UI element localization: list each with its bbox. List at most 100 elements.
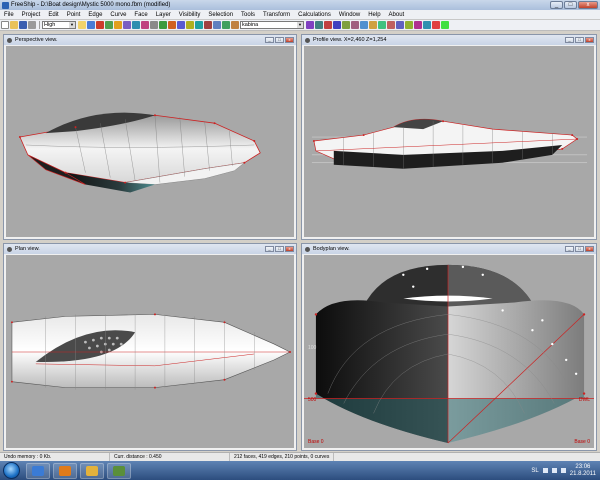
profile-view-window[interactable]: Profile view. X=2,460 Z=1,254 _ □ x xyxy=(301,34,597,240)
toolbar-tool-icon[interactable] xyxy=(414,21,422,29)
close-button[interactable]: x xyxy=(585,246,594,252)
save-icon[interactable] xyxy=(19,21,27,29)
menu-project[interactable]: Project xyxy=(18,12,45,18)
toolbar-tool-icon[interactable] xyxy=(186,21,194,29)
new-file-icon[interactable] xyxy=(1,21,9,29)
menu-edge[interactable]: Edge xyxy=(84,12,106,18)
toolbar-tool-icon[interactable] xyxy=(213,21,221,29)
profile-view-controls: _ □ x xyxy=(565,37,594,43)
taskbar-item-folder[interactable] xyxy=(80,462,104,479)
maximize-button[interactable]: □ xyxy=(575,37,584,43)
taskbar-item-explorer[interactable] xyxy=(26,462,50,479)
language-indicator[interactable]: SL xyxy=(531,468,538,474)
volume-icon[interactable] xyxy=(560,468,566,473)
bodyplan-view-titlebar[interactable]: Bodyplan view. _ □ x xyxy=(302,244,596,254)
menu-face[interactable]: Face xyxy=(130,12,151,18)
bodyplan-view-window[interactable]: Bodyplan view. _ □ x 500 DWL Base 0 Base… xyxy=(301,243,597,451)
plan-view-title: Plan view. xyxy=(15,246,40,252)
toolbar-tool-icon[interactable] xyxy=(324,21,332,29)
tray-flag-icon[interactable] xyxy=(542,468,548,473)
menu-point[interactable]: Point xyxy=(63,12,85,18)
toolbar-tool-icon[interactable] xyxy=(342,21,350,29)
toolbar-tool-icon[interactable] xyxy=(159,21,167,29)
plan-view-window[interactable]: Plan view. _ □ x xyxy=(3,243,297,451)
toolbar-tool-icon[interactable] xyxy=(150,21,158,29)
menu-curve[interactable]: Curve xyxy=(106,12,130,18)
toolbar-tool-icon[interactable] xyxy=(378,21,386,29)
plan-viewport[interactable] xyxy=(6,255,294,448)
menu-file[interactable]: File xyxy=(0,12,18,18)
menu-visibility[interactable]: Visibility xyxy=(175,12,205,18)
profile-view-titlebar[interactable]: Profile view. X=2,460 Z=1,254 _ □ x xyxy=(302,35,596,45)
toolbar-tool-icon[interactable] xyxy=(423,21,431,29)
open-folder-icon[interactable] xyxy=(10,21,18,29)
maximize-button[interactable]: □ xyxy=(575,246,584,252)
status-model-stats: 212 faces, 419 edges, 210 points, 0 curv… xyxy=(230,453,335,461)
toolbar-tool-icon[interactable] xyxy=(105,21,113,29)
toolbar-tool-icon[interactable] xyxy=(123,21,131,29)
menu-layer[interactable]: Layer xyxy=(152,12,175,18)
menu-selection[interactable]: Selection xyxy=(204,12,237,18)
perspective-view-window[interactable]: Perspective view. _ □ x xyxy=(3,34,297,240)
toolbar-tool-icon[interactable] xyxy=(441,21,449,29)
menu-help[interactable]: Help xyxy=(364,12,384,18)
precision-select[interactable]: High ▼ xyxy=(42,21,76,29)
network-icon[interactable] xyxy=(551,468,557,473)
toolbar-tool-icon[interactable] xyxy=(333,21,341,29)
taskbar-item-firefox[interactable] xyxy=(53,462,77,479)
close-button[interactable]: x xyxy=(578,1,598,9)
close-button[interactable]: x xyxy=(285,246,294,252)
toolbar-tool-icon[interactable] xyxy=(114,21,122,29)
toolbar-tool-icon[interactable] xyxy=(195,21,203,29)
profile-viewport[interactable] xyxy=(304,46,594,237)
maximize-button[interactable]: □ xyxy=(275,37,284,43)
toolbar-tool-icon[interactable] xyxy=(351,21,359,29)
minimize-button[interactable]: _ xyxy=(265,246,274,252)
toolbar-tool-icon[interactable] xyxy=(96,21,104,29)
toolbar-tool-icon[interactable] xyxy=(87,21,95,29)
plan-view-titlebar[interactable]: Plan view. _ □ x xyxy=(4,244,296,254)
menu-about[interactable]: About xyxy=(385,12,409,18)
toolbar-tool-icon[interactable] xyxy=(222,21,230,29)
menu-window[interactable]: Window xyxy=(335,12,364,18)
toolbar-tool-icon[interactable] xyxy=(204,21,212,29)
menu-transform[interactable]: Transform xyxy=(259,12,294,18)
bodyplan-viewport[interactable]: 500 DWL Base 0 Base 0 100 xyxy=(304,255,594,448)
minimize-button[interactable]: _ xyxy=(550,1,563,9)
maximize-button[interactable]: □ xyxy=(275,246,284,252)
toolbar-tool-icon[interactable] xyxy=(369,21,377,29)
clock[interactable]: 23:06 21.8.2011 xyxy=(570,464,596,478)
close-button[interactable]: x xyxy=(585,37,594,43)
maximize-button[interactable]: □ xyxy=(564,1,577,9)
toolbar-tool-icon[interactable] xyxy=(387,21,395,29)
toolbar-tool-icon[interactable] xyxy=(78,21,86,29)
minimize-button[interactable]: _ xyxy=(265,37,274,43)
perspective-view-titlebar[interactable]: Perspective view. _ □ x xyxy=(4,35,296,45)
toolbar-tool-icon[interactable] xyxy=(132,21,140,29)
minimize-button[interactable]: _ xyxy=(565,246,574,252)
menu-edit[interactable]: Edit xyxy=(44,12,62,18)
toolbar-tool-icon[interactable] xyxy=(168,21,176,29)
toolbar-tool-icon[interactable] xyxy=(360,21,368,29)
toolbar: High ▼ kabina ▼ xyxy=(0,20,600,31)
taskbar-item-freeship[interactable] xyxy=(107,462,131,479)
toolbar-tool-icon[interactable] xyxy=(405,21,413,29)
toolbar-tool-icon[interactable] xyxy=(432,21,440,29)
layer-select[interactable]: kabina ▼ xyxy=(240,21,304,29)
toolbar-tool-icon[interactable] xyxy=(231,21,239,29)
toolbar-tool-icon[interactable] xyxy=(306,21,314,29)
print-icon[interactable] xyxy=(28,21,36,29)
minimize-button[interactable]: _ xyxy=(565,37,574,43)
perspective-viewport[interactable] xyxy=(6,46,294,237)
profile-view-title: Profile view. X=2,460 Z=1,254 xyxy=(313,37,387,43)
chevron-down-icon: ▼ xyxy=(297,22,303,28)
toolbar-tool-icon[interactable] xyxy=(177,21,185,29)
bodyplan-label-bottom-right: Base 0 xyxy=(574,439,590,445)
menu-tools[interactable]: Tools xyxy=(237,12,259,18)
menu-calculations[interactable]: Calculations xyxy=(294,12,335,18)
start-button[interactable] xyxy=(3,462,20,479)
close-button[interactable]: x xyxy=(285,37,294,43)
toolbar-tool-icon[interactable] xyxy=(396,21,404,29)
toolbar-tool-icon[interactable] xyxy=(315,21,323,29)
toolbar-tool-icon[interactable] xyxy=(141,21,149,29)
